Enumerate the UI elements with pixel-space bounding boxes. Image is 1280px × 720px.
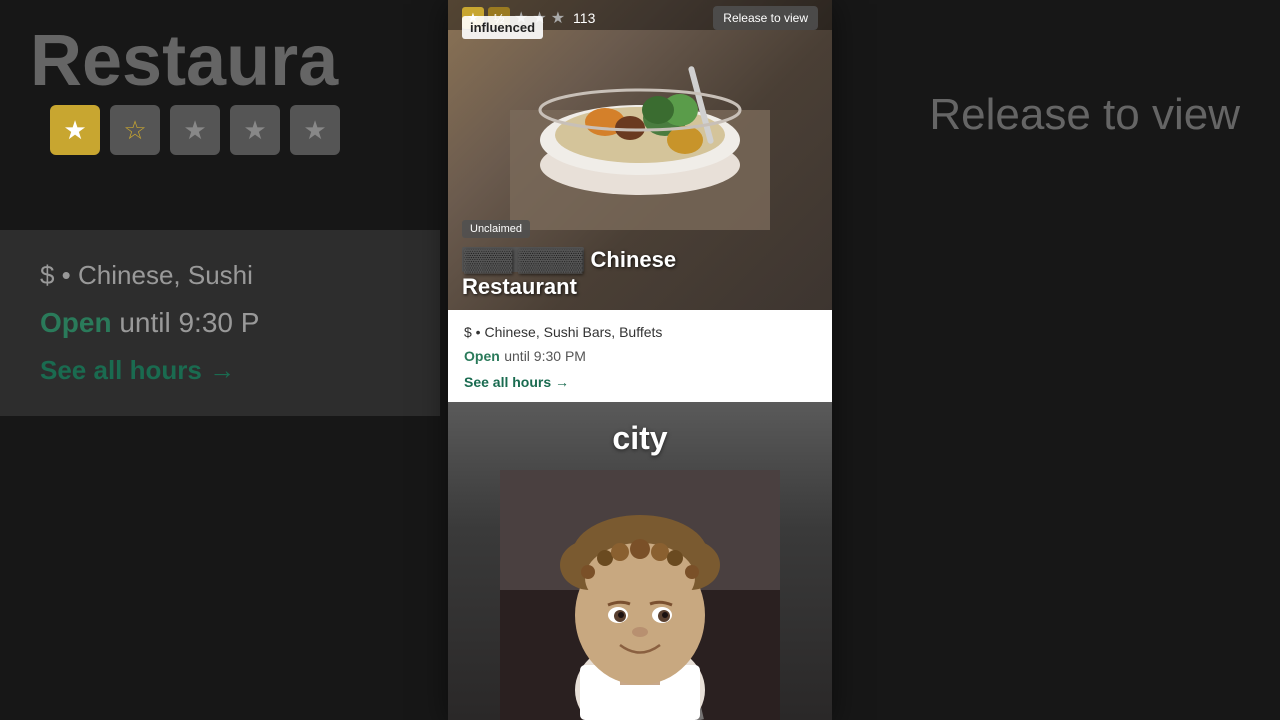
bg-release-text: Release to view [929,90,1240,140]
food-bowl-image [510,10,770,230]
bg-price-cat: $ • Chinese, Sushi [40,260,400,291]
bg-left-panel: Restaura ★ ☆ ★ ★ ★ $ • Chinese, Sushi Op… [0,0,440,720]
unclaimed-badge: Unclaimed [462,220,530,238]
bg-star-1: ★ [50,105,100,155]
bg-see-hours: See all hours → [40,355,400,386]
card-person-section: city [448,402,832,720]
restaurant-name-overlay: ▓▓▓ ▓▓▓▓ ChineseRestaurant [448,239,832,310]
bg-star-4: ★ [230,105,280,155]
hours-line: Open until 9:30 PM [464,348,816,366]
bg-stars-row: ★ ☆ ★ ★ ★ [50,105,340,155]
bg-star-2: ☆ [110,105,160,155]
person-face-image [500,470,780,720]
bg-star-5: ★ [290,105,340,155]
restaurant-name: ▓▓▓ ▓▓▓▓ ChineseRestaurant [462,247,818,300]
bg-restaurant-text: Restaura [30,20,338,102]
city-text: city [612,420,667,457]
bg-open-status: Open until 9:30 P [40,307,400,339]
restaurant-card: influenced Unclaimed ▓▓▓ ▓▓▓▓ ChineseRes… [448,0,832,720]
bg-info-box: $ • Chinese, Sushi Open until 9:30 P See… [0,230,440,416]
bg-star-3: ★ [170,105,220,155]
open-hours: until 9:30 PM [504,348,586,364]
price-category: $ • Chinese, Sushi Bars, Buffets [464,324,816,340]
open-status: Open [464,348,500,364]
see-all-hours-link[interactable]: See all hours → [464,374,816,390]
censored-name: ▓▓▓ ▓▓▓▓ [462,247,584,272]
card-info-section: $ • Chinese, Sushi Bars, Buffets Open un… [448,310,832,402]
influenced-badge: influenced [462,16,543,39]
card-image-section: influenced Unclaimed ▓▓▓ ▓▓▓▓ ChineseRes… [448,0,832,310]
